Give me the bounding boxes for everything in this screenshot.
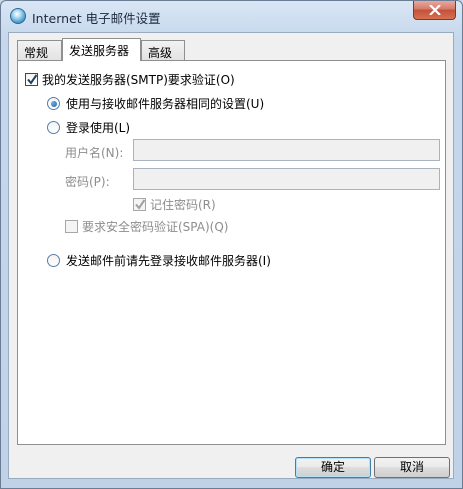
ok-button[interactable]: 确定	[295, 457, 371, 478]
dialog-client-area: 常规 发送服务器 高级 我的发送服务器(SMTP)要求验证(O) 使用与接收邮件…	[8, 32, 454, 479]
dialog-window: Internet 电子邮件设置 常规 发送服务器 高级 我的发送服务器(SMTP…	[0, 0, 463, 489]
username-field[interactable]	[133, 139, 440, 161]
require-auth-option[interactable]: 我的发送服务器(SMTP)要求验证(O)	[25, 71, 235, 88]
logon-before-send-radio[interactable]	[47, 254, 60, 267]
tab-outgoing-server[interactable]: 发送服务器	[62, 38, 141, 61]
remember-password-option[interactable]: 记住密码(R)	[133, 196, 216, 213]
logon-using-label: 登录使用(L)	[66, 121, 131, 135]
logon-before-send-label: 发送邮件前请先登录接收邮件服务器(I)	[66, 254, 271, 268]
spa-option[interactable]: 要求安全密码验证(SPA)(Q)	[65, 218, 228, 235]
username-label: 用户名(N):	[65, 146, 124, 160]
require-auth-checkbox[interactable]	[25, 73, 38, 86]
logon-using-radio[interactable]	[47, 121, 60, 134]
remember-password-label: 记住密码(R)	[150, 198, 216, 212]
title-bar[interactable]: Internet 电子邮件设置	[1, 1, 462, 31]
logon-using-option[interactable]: 登录使用(L)	[47, 119, 130, 136]
password-field[interactable]	[133, 168, 440, 190]
spa-checkbox[interactable]	[65, 220, 78, 233]
require-auth-label: 我的发送服务器(SMTP)要求验证(O)	[42, 73, 235, 87]
spa-label: 要求安全密码验证(SPA)(Q)	[82, 220, 229, 234]
use-same-settings-radio[interactable]	[47, 97, 60, 110]
use-same-settings-option[interactable]: 使用与接收邮件服务器相同的设置(U)	[47, 95, 264, 112]
checkmark-icon	[135, 199, 145, 210]
globe-icon	[10, 8, 26, 24]
password-row: 密码(P):	[65, 173, 110, 190]
logon-before-send-option[interactable]: 发送邮件前请先登录接收邮件服务器(I)	[47, 252, 271, 269]
checkmark-icon	[27, 74, 37, 85]
remember-password-checkbox[interactable]	[133, 198, 146, 211]
tab-advanced[interactable]: 高级	[141, 40, 185, 60]
cancel-button[interactable]: 取消	[374, 457, 450, 478]
username-row: 用户名(N):	[65, 144, 123, 161]
outgoing-server-panel: 我的发送服务器(SMTP)要求验证(O) 使用与接收邮件服务器相同的设置(U) …	[17, 60, 446, 445]
close-button[interactable]	[413, 1, 456, 20]
tab-general[interactable]: 常规	[17, 40, 62, 60]
password-label: 密码(P):	[65, 175, 110, 189]
use-same-settings-label: 使用与接收邮件服务器相同的设置(U)	[66, 97, 265, 111]
close-icon	[429, 5, 441, 15]
window-title: Internet 电子邮件设置	[32, 11, 161, 26]
